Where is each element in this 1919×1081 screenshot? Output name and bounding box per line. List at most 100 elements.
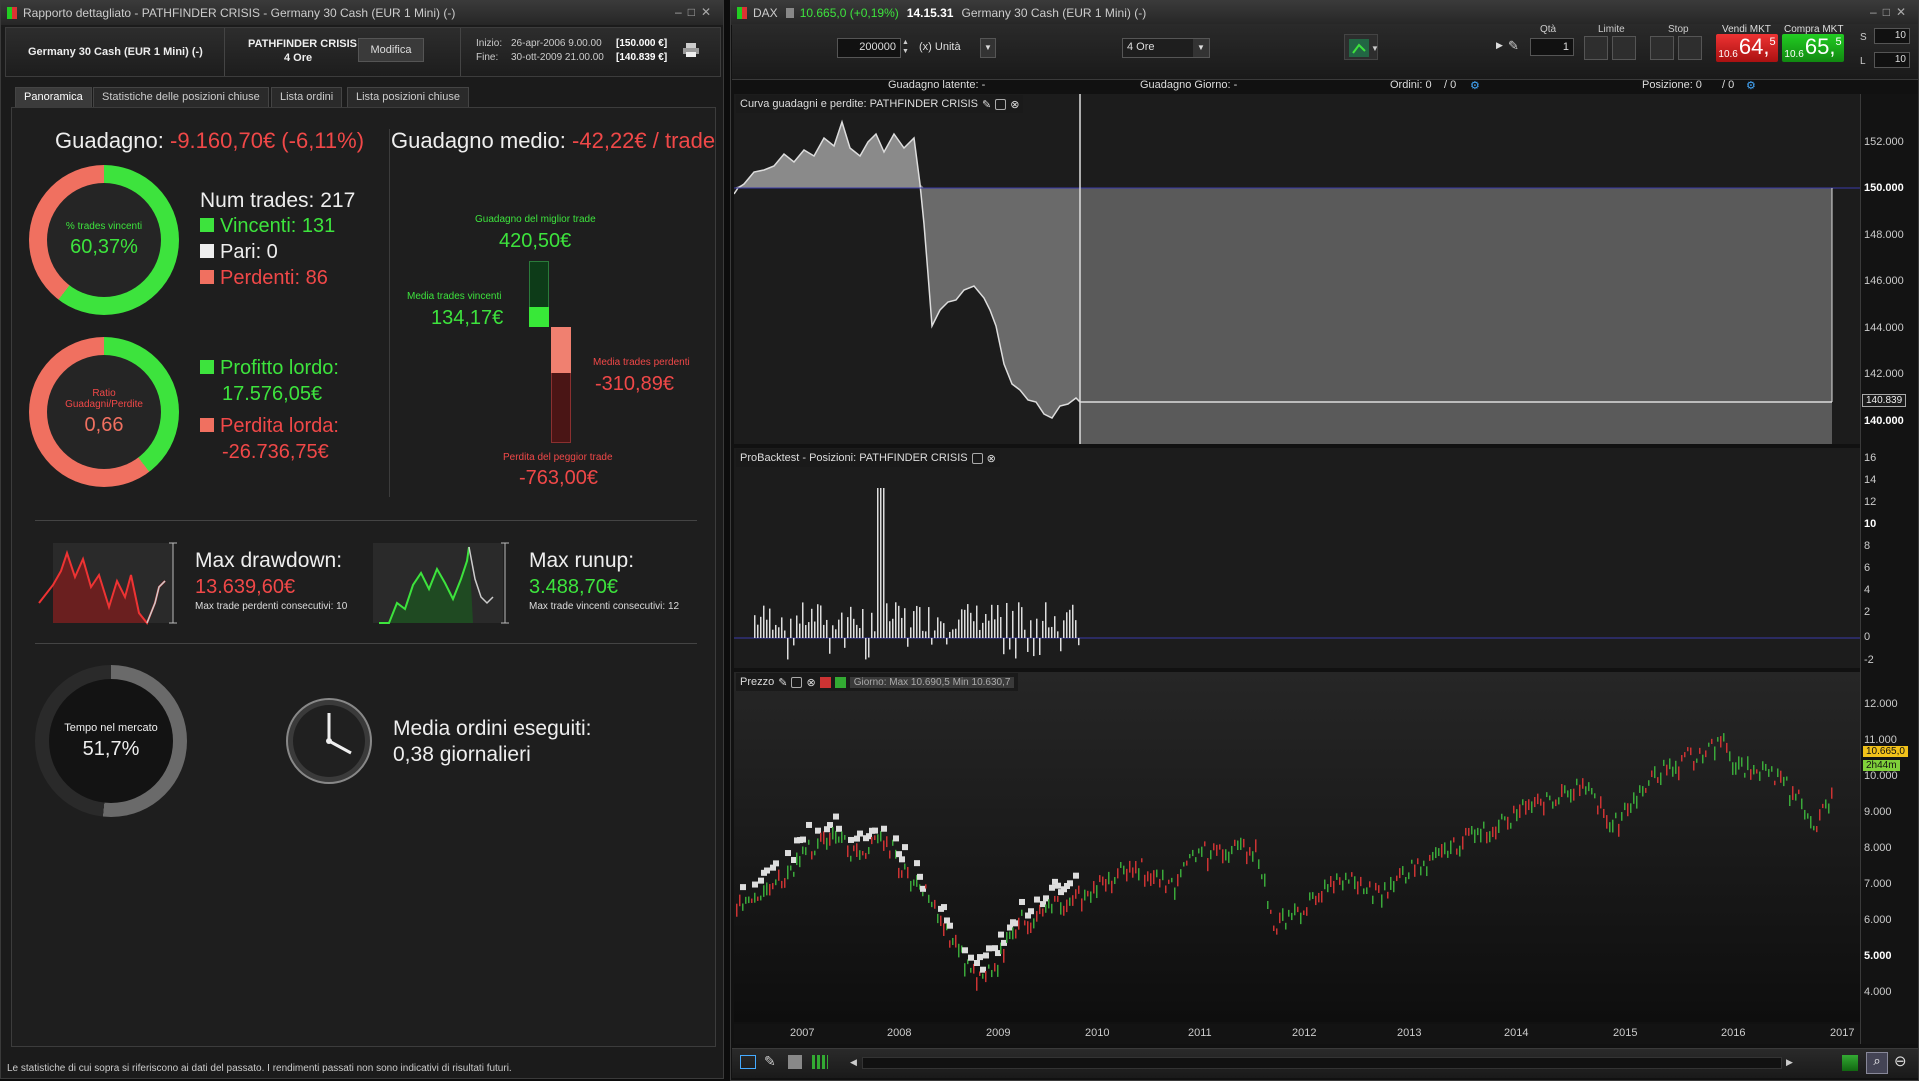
trade-marker: [983, 952, 989, 959]
modify-button[interactable]: Modifica: [358, 38, 424, 62]
close-panel-icon[interactable]: ⊗: [1010, 98, 1019, 111]
price-candle: [1693, 760, 1695, 771]
equity-panel-title: Curva guadagni e perdite: PATHFINDER CRI…: [740, 98, 979, 110]
window-controls[interactable]: –□✕: [675, 5, 717, 19]
calendar-icon[interactable]: [740, 1055, 756, 1069]
price-tick: 11.000: [1864, 734, 1897, 746]
position-bar: [910, 627, 912, 638]
price-candle: [1093, 881, 1095, 894]
position-bar: [928, 607, 930, 638]
order-type-icon[interactable]: ▼: [1344, 34, 1379, 60]
price-candle: [1672, 766, 1674, 777]
tab-closed-positions-list[interactable]: Lista posizioni chiuse: [347, 87, 469, 107]
green-legend-square: [200, 218, 214, 232]
stop-sell-button[interactable]: [1678, 36, 1702, 60]
zoom-fit-icon[interactable]: ⌕: [1866, 1052, 1888, 1074]
wrench-icon[interactable]: ✎: [778, 676, 787, 689]
price-candle: [925, 884, 927, 889]
window-icon[interactable]: [995, 98, 1007, 110]
price-candle: [1471, 825, 1473, 835]
window-icon[interactable]: [791, 676, 803, 688]
position-bar: [979, 629, 981, 638]
close-panel-icon[interactable]: ⊗: [806, 676, 815, 689]
price-candle: [1156, 869, 1158, 878]
qta-input[interactable]: 1: [1530, 38, 1574, 56]
price-candle: [1705, 750, 1707, 758]
grid-icon[interactable]: [812, 1055, 828, 1069]
position-status-bar: Guadagno latente: - Guadagno Giorno: - O…: [732, 76, 1918, 94]
sell-market-button[interactable]: 10.6 64, 5: [1716, 34, 1778, 62]
price-candle: [766, 882, 768, 896]
price-candle: [1303, 910, 1305, 916]
win-percentage-donut: % trades vincenti 60,37%: [29, 165, 179, 315]
horizontal-scrollbar[interactable]: [862, 1057, 1782, 1069]
year-label: 2017: [1830, 1027, 1855, 1039]
price-candle: [1222, 849, 1224, 864]
s-input[interactable]: 10: [1874, 28, 1910, 44]
tab-order-list[interactable]: Lista ordini: [271, 87, 343, 107]
window-controls[interactable]: –□✕: [1870, 5, 1912, 19]
scroll-left-icon[interactable]: ◀: [850, 1057, 857, 1068]
add-indicator-icon[interactable]: [819, 676, 831, 688]
l-input[interactable]: 10: [1874, 52, 1910, 68]
price-candle: [1510, 822, 1512, 829]
price-candle: [1396, 875, 1398, 882]
stop-buy-button[interactable]: [1650, 36, 1674, 60]
position-bar: [949, 631, 951, 638]
position-bar: [946, 638, 948, 645]
print-chart-icon[interactable]: [788, 1055, 802, 1069]
position-bar: [1012, 610, 1014, 638]
gross-loss-value: -26.736,75€: [222, 441, 329, 463]
price-candle: [970, 967, 972, 973]
position-bar: [853, 618, 855, 638]
buy-market-button[interactable]: 10.6 65, 5: [1782, 34, 1844, 62]
position-bar: [862, 609, 864, 638]
price-candle: [745, 896, 747, 904]
price-candle: [1174, 887, 1176, 900]
info-icon[interactable]: [785, 8, 794, 18]
price-candle: [1345, 872, 1347, 881]
window-icon[interactable]: [971, 452, 983, 464]
price-candle: [1630, 803, 1632, 813]
price-candle: [1171, 877, 1173, 883]
timeframe-select[interactable]: 4 Ore ▼: [1122, 38, 1210, 58]
price-candle: [1552, 801, 1554, 809]
trade-marker: [968, 954, 974, 961]
price-candle: [1015, 929, 1017, 939]
price-candle: [1633, 792, 1635, 804]
print-icon[interactable]: [682, 42, 700, 58]
tab-overview[interactable]: Panoramica: [15, 87, 92, 107]
price-candle: [1558, 797, 1560, 805]
orders-gear-icon[interactable]: ⚙: [1470, 79, 1480, 92]
tools-icon[interactable]: ✎: [764, 1053, 776, 1070]
quantity-input[interactable]: 200000: [837, 38, 901, 58]
clock-icon: [285, 697, 373, 785]
limit-sell-button[interactable]: [1612, 36, 1636, 60]
start-value: 26-apr-2006 9.00.00: [511, 38, 602, 49]
close-panel-icon[interactable]: ⊗: [987, 452, 996, 465]
screenshot-icon[interactable]: [834, 676, 846, 688]
wrench-icon[interactable]: ✎: [982, 98, 991, 111]
price-candle: [1828, 803, 1830, 814]
expand-arrow-icon[interactable]: ▶: [1496, 40, 1503, 51]
unit-select[interactable]: (x) Unità ▼: [916, 38, 996, 58]
position-gear-icon[interactable]: ⚙: [1746, 79, 1756, 92]
price-candle: [1180, 869, 1182, 878]
price-candle: [1225, 849, 1227, 861]
price-candle: [1810, 816, 1812, 829]
price-tick: 7.000: [1864, 878, 1892, 890]
position-bar: [847, 617, 849, 638]
price-countdown: 2h44m: [1863, 760, 1900, 771]
chart-type-icon[interactable]: [1842, 1055, 1858, 1071]
price-candle: [985, 971, 987, 983]
price-candle: [1729, 751, 1731, 762]
position-bar: [817, 604, 819, 638]
zoom-out-icon[interactable]: ⊖: [1894, 1052, 1907, 1070]
positions-tick: 16: [1864, 452, 1877, 464]
scroll-right-icon[interactable]: ▶: [1786, 1057, 1793, 1068]
wrench-icon[interactable]: ✎: [1508, 38, 1524, 54]
avg-win-bar: [529, 307, 549, 327]
tab-closed-position-stats[interactable]: Statistiche delle posizioni chiuse: [93, 87, 269, 107]
quantity-stepper[interactable]: ▲ ▼: [902, 38, 912, 58]
limit-buy-button[interactable]: [1584, 36, 1608, 60]
